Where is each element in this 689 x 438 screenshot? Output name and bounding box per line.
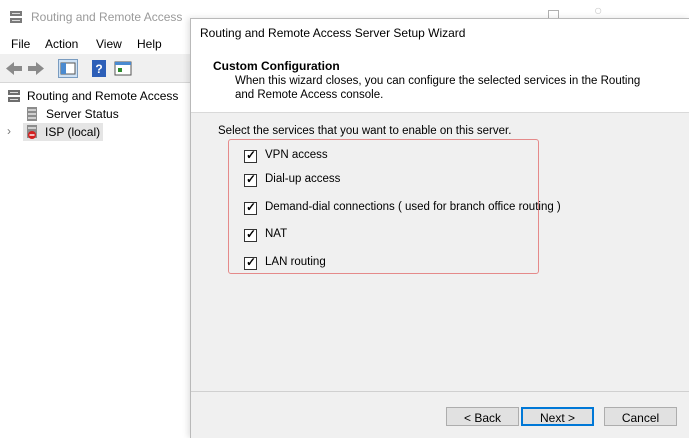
- wizard-header: Custom Configuration When this wizard cl…: [191, 47, 689, 113]
- tree-item-root[interactable]: Routing and Remote Access: [4, 87, 190, 105]
- forward-arrow-icon[interactable]: [26, 59, 46, 78]
- menu-action[interactable]: Action: [45, 37, 78, 51]
- page-description: When this wizard closes, you can configu…: [235, 75, 641, 101]
- check-icon: ✓: [246, 148, 257, 162]
- server-stopped-icon: [27, 125, 37, 139]
- menu-file[interactable]: File: [11, 37, 30, 51]
- page-heading: Custom Configuration: [213, 59, 340, 73]
- tree-label-server: ISP (local): [45, 125, 101, 139]
- service-label: Dial-up access: [265, 173, 341, 185]
- check-icon: ✓: [246, 255, 257, 269]
- lan-routing-checkbox[interactable]: ✓: [244, 255, 257, 270]
- expand-chevron-icon[interactable]: ›: [7, 124, 11, 138]
- check-icon: ✓: [246, 227, 257, 241]
- vpn-access-checkbox[interactable]: ✓: [244, 148, 257, 163]
- wizard-title: Routing and Remote Access Server Setup W…: [200, 26, 466, 40]
- wizard-titlebar: Routing and Remote Access Server Setup W…: [191, 19, 689, 47]
- server-status-icon: [27, 107, 37, 121]
- setup-wizard-dialog: Routing and Remote Access Server Setup W…: [190, 18, 689, 438]
- help-icon[interactable]: ?: [89, 59, 109, 78]
- check-icon: ✓: [246, 200, 257, 214]
- console-tree: Routing and Remote Access Server Status …: [0, 83, 190, 437]
- tree-label-server-status: Server Status: [46, 107, 119, 121]
- next-button[interactable]: Next >: [521, 407, 594, 426]
- tree-item-server-status[interactable]: Server Status: [23, 105, 183, 123]
- tree-item-server[interactable]: ISP (local): [23, 123, 103, 141]
- mmc-window-title: Routing and Remote Access: [31, 10, 183, 24]
- routing-icon: [8, 90, 20, 102]
- svg-text:?: ?: [95, 62, 102, 76]
- show-hide-tree-icon[interactable]: [58, 59, 78, 78]
- close-icon[interactable]: ○: [594, 2, 602, 18]
- service-label: Demand-dial connections ( used for branc…: [265, 201, 561, 213]
- footer-divider: [191, 391, 689, 392]
- nat-checkbox[interactable]: ✓: [244, 227, 257, 242]
- demand-dial-checkbox[interactable]: ✓: [244, 200, 257, 215]
- back-button[interactable]: < Back: [446, 407, 519, 426]
- dial-up-access-checkbox[interactable]: ✓: [244, 172, 257, 187]
- services-prompt: Select the services that you want to ena…: [218, 125, 512, 137]
- tree-label-root: Routing and Remote Access: [27, 89, 179, 103]
- service-label: VPN access: [265, 149, 328, 161]
- service-label: NAT: [265, 228, 288, 240]
- back-arrow-icon[interactable]: [4, 59, 24, 78]
- menu-help[interactable]: Help: [137, 37, 162, 51]
- cancel-button[interactable]: Cancel: [604, 407, 677, 426]
- menu-view[interactable]: View: [96, 37, 122, 51]
- properties-icon[interactable]: [113, 59, 133, 78]
- check-icon: ✓: [246, 172, 257, 186]
- service-label: LAN routing: [265, 256, 326, 268]
- services-highlight-box: ✓ VPN access ✓ Dial-up access ✓ Demand-d…: [228, 139, 561, 274]
- routing-app-icon: [10, 11, 22, 23]
